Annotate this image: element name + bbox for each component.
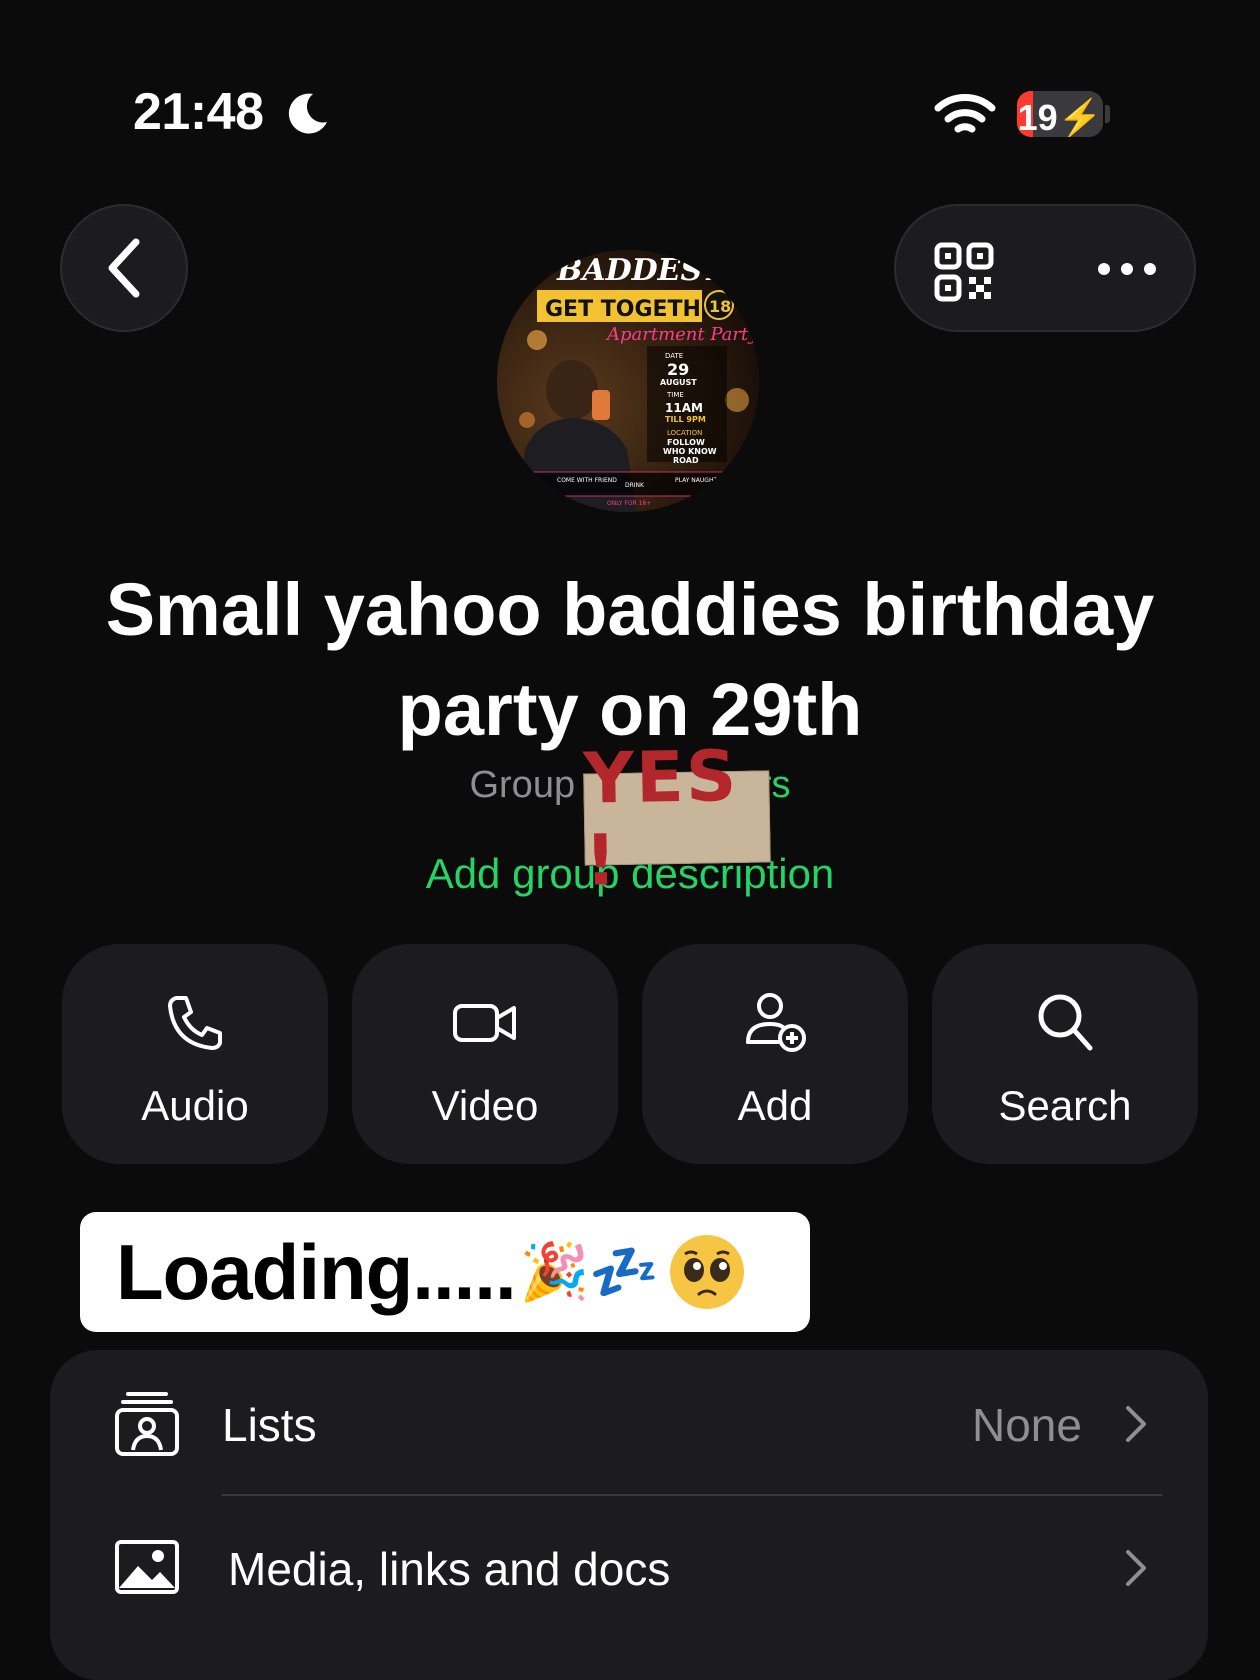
poster-footer-3: PLAY NAUGHTY — [675, 477, 721, 484]
party-poster-image: BADDEST GET TOGETHER 18 Apartment Party … — [497, 250, 759, 512]
poster-date-day: 29 — [667, 360, 689, 379]
lists-label: Lists — [222, 1399, 317, 1451]
add-participant-button[interactable]: Add — [642, 944, 908, 1164]
lists-icon — [115, 1392, 179, 1456]
lists-row[interactable]: Lists None — [50, 1350, 1208, 1494]
poster-time-value: 11AM — [665, 401, 703, 415]
phone-icon — [168, 996, 222, 1050]
poster-line3: Apartment Party — [605, 324, 759, 345]
poster-location-1: FOLLOW — [667, 438, 705, 447]
poster-footer-4: ONLY FOR 18+ — [607, 500, 651, 507]
add-label: Add — [737, 1082, 813, 1129]
poster-badge: 18 — [709, 297, 731, 316]
search-label: Search — [998, 1082, 1132, 1129]
video-call-button[interactable]: Video — [352, 944, 618, 1164]
poster-date-label: DATE — [665, 352, 683, 360]
loading-text-sticker: Loading..... 🎉💤 — [80, 1212, 810, 1332]
battery-percentage: 19⚡ — [1017, 97, 1103, 137]
chevron-left-icon — [108, 238, 140, 298]
loading-text: Loading..... — [116, 1227, 517, 1316]
more-options-icon[interactable] — [1096, 258, 1158, 280]
video-label: Video — [431, 1082, 539, 1129]
chevron-right-icon — [1126, 1550, 1146, 1586]
party-emoji: 🎉💤 — [519, 1240, 660, 1305]
media-links-docs-row[interactable]: Media, links and docs — [50, 1496, 1208, 1630]
moon-icon — [288, 93, 327, 134]
lists-value: None — [972, 1399, 1082, 1451]
back-button[interactable] — [60, 204, 188, 332]
poster-date-month: AUGUST — [660, 378, 697, 387]
audio-call-button[interactable]: Audio — [62, 944, 328, 1164]
group-avatar[interactable]: BADDEST GET TOGETHER 18 Apartment Party … — [497, 250, 759, 512]
qr-code-icon[interactable] — [934, 242, 994, 302]
audio-label: Audio — [141, 1082, 249, 1129]
search-icon — [1038, 994, 1093, 1051]
battery-nub — [1105, 105, 1110, 123]
chevron-right-icon — [1126, 1406, 1146, 1442]
battery-indicator: 19⚡ — [1017, 91, 1103, 137]
yes-sticker: YES ! — [583, 735, 771, 902]
pleading-face-icon — [670, 1235, 745, 1309]
poster-location-3: ROAD — [673, 456, 699, 465]
image-icon — [115, 1540, 179, 1594]
poster-footer-2: DRINK — [625, 482, 645, 489]
poster-footer-1: COME WITH FRIEND — [557, 477, 617, 484]
media-links-docs-label: Media, links and docs — [228, 1543, 671, 1595]
poster-line1: BADDEST — [556, 253, 727, 288]
poster-location-label: LOCATION — [667, 429, 702, 437]
search-button[interactable]: Search — [932, 944, 1198, 1164]
poster-location-2: WHO KNOW — [663, 447, 717, 456]
video-camera-icon — [453, 1004, 516, 1042]
group-title: Small yahoo baddies birthday party on 29… — [105, 568, 1155, 751]
status-time: 21:48 — [133, 83, 264, 141]
poster-time-till: TILL 9PM — [665, 415, 706, 424]
add-person-icon — [746, 993, 806, 1052]
wifi-icon — [934, 94, 996, 133]
poster-time-label: TIME — [666, 391, 684, 399]
